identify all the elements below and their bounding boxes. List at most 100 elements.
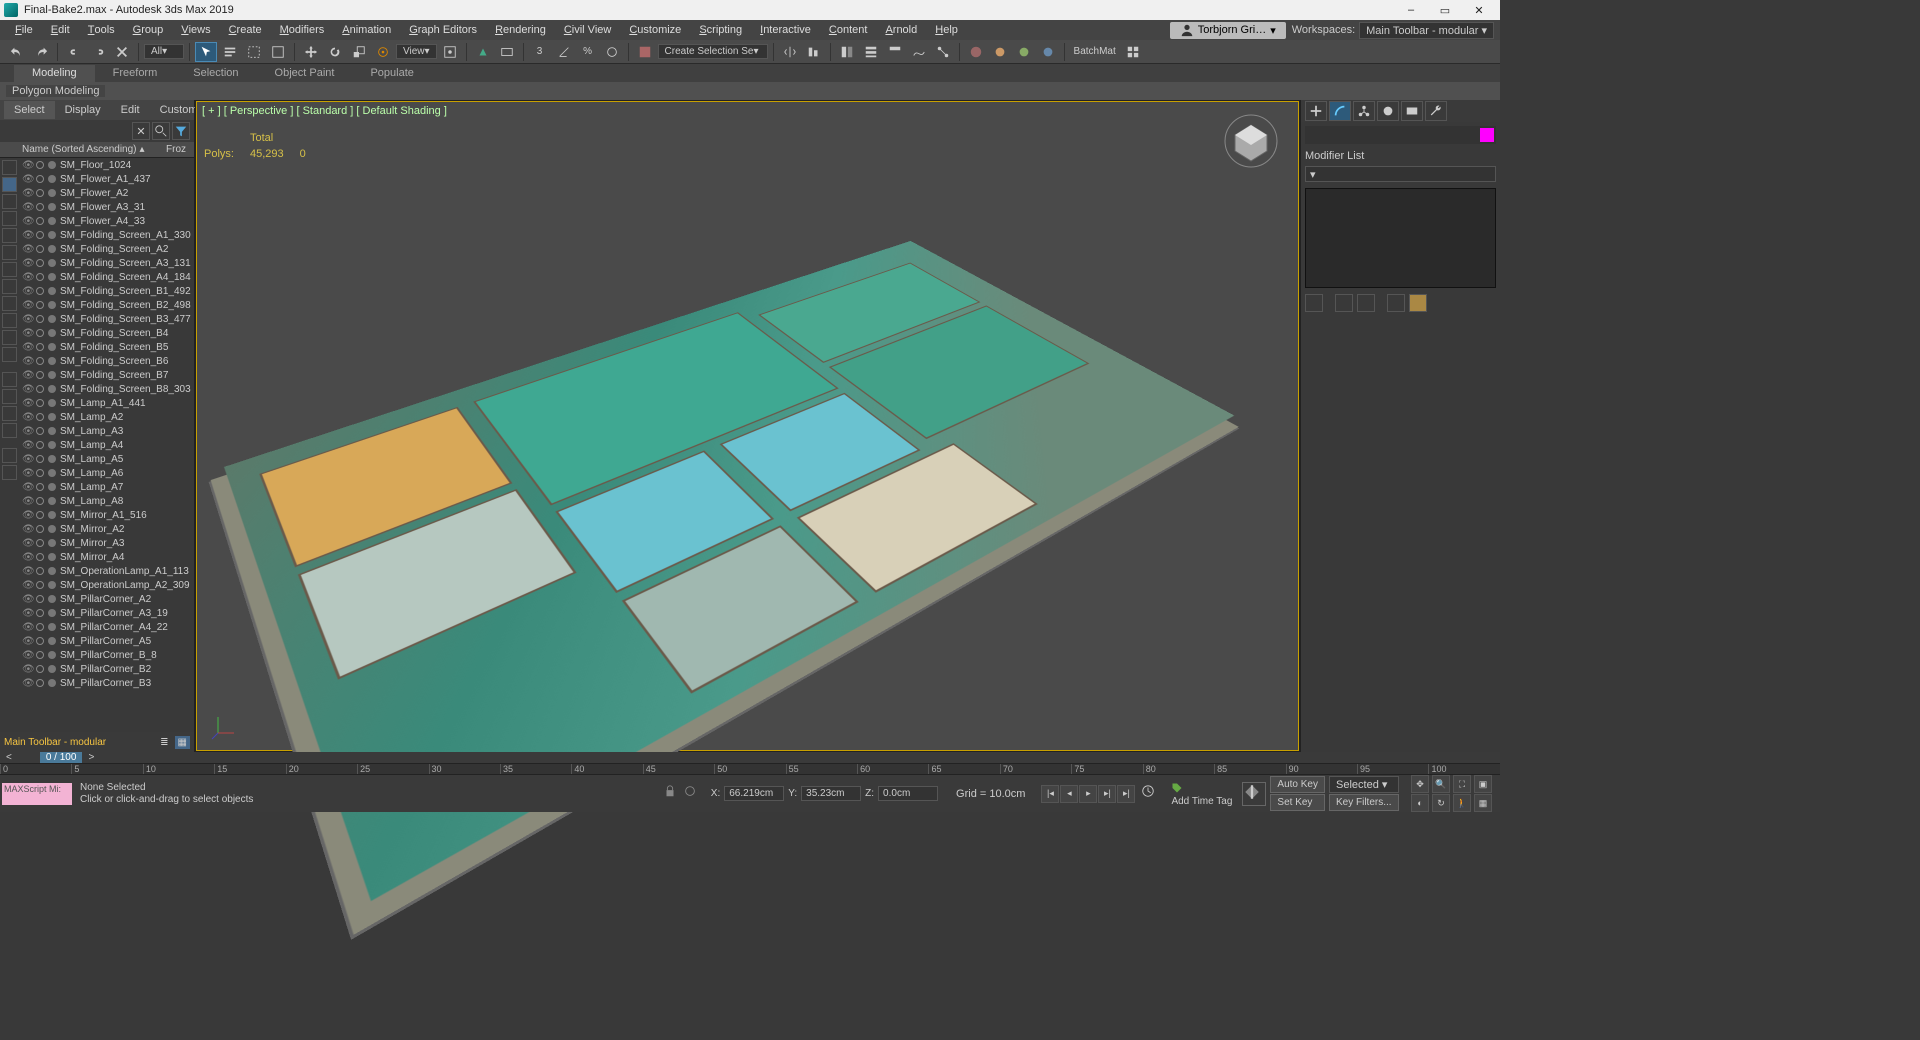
menu-create[interactable]: Create (220, 20, 271, 40)
visibility-icon[interactable]: 👁 (22, 328, 32, 339)
selection-filter-dropdown[interactable]: All ▾ (144, 44, 184, 59)
object-name-field[interactable] (1305, 126, 1496, 144)
pan-button[interactable]: ✥ (1411, 775, 1429, 793)
menu-civil-view[interactable]: Civil View (555, 20, 620, 40)
visibility-icon[interactable]: 👁 (22, 468, 32, 479)
remove-modifier-button[interactable] (1387, 294, 1405, 312)
menu-animation[interactable]: Animation (333, 20, 400, 40)
scene-item[interactable]: 👁SM_Flower_A1_437 (18, 172, 194, 186)
play-button[interactable]: ▸ (1079, 785, 1097, 803)
menu-scripting[interactable]: Scripting (690, 20, 751, 40)
render-setup-button[interactable] (989, 42, 1011, 62)
scene-item[interactable]: 👁SM_Mirror_A3 (18, 536, 194, 550)
scene-item[interactable]: 👁SM_Lamp_A3 (18, 424, 194, 438)
rotate-button[interactable] (324, 42, 346, 62)
freeze-dot-icon[interactable] (36, 259, 44, 267)
scene-item[interactable]: 👁SM_Folding_Screen_B2_498 (18, 298, 194, 312)
visibility-icon[interactable]: 👁 (22, 272, 32, 283)
freeze-dot-icon[interactable] (36, 427, 44, 435)
hierarchy-tab[interactable] (1353, 101, 1375, 121)
freeze-dot-icon[interactable] (36, 497, 44, 505)
render-production-button[interactable] (1037, 42, 1059, 62)
motion-tab[interactable] (1377, 101, 1399, 121)
filter-shapes-button[interactable] (2, 194, 17, 209)
zoom-extents-button[interactable]: ⛶ (1453, 775, 1471, 793)
curve-editor-button[interactable] (908, 42, 930, 62)
keyfilters-button[interactable]: Key Filters... (1329, 794, 1399, 811)
scene-item[interactable]: 👁SM_PillarCorner_A3_19 (18, 606, 194, 620)
refcoord-dropdown[interactable]: View ▾ (396, 44, 437, 59)
scene-item[interactable]: 👁SM_Folding_Screen_A3_131 (18, 256, 194, 270)
menu-content[interactable]: Content (820, 20, 877, 40)
scene-item[interactable]: 👁SM_Folding_Screen_A4_184 (18, 270, 194, 284)
filter-all-button[interactable] (2, 160, 17, 175)
scene-explorer-button[interactable] (836, 42, 858, 62)
scene-item[interactable]: 👁SM_Lamp_A6 (18, 466, 194, 480)
modify-tab[interactable] (1329, 101, 1351, 121)
align-button[interactable] (803, 42, 825, 62)
visibility-icon[interactable]: 👁 (22, 412, 32, 423)
scene-item[interactable]: 👁SM_Flower_A2 (18, 186, 194, 200)
se-tab-select[interactable]: Select (4, 101, 55, 119)
scene-item[interactable]: 👁SM_PillarCorner_A2 (18, 592, 194, 606)
sync-selection-button[interactable] (2, 448, 17, 463)
freeze-dot-icon[interactable] (36, 357, 44, 365)
placement-button[interactable] (372, 42, 394, 62)
freeze-dot-icon[interactable] (36, 329, 44, 337)
freeze-dot-icon[interactable] (36, 595, 44, 603)
goto-end-button[interactable]: ▸| (1117, 785, 1135, 803)
visibility-icon[interactable]: 👁 (22, 342, 32, 353)
visibility-icon[interactable]: 👁 (22, 188, 32, 199)
freeze-dot-icon[interactable] (36, 175, 44, 183)
visibility-icon[interactable]: 👁 (22, 426, 32, 437)
prev-frame-button[interactable]: ◂ (1060, 785, 1078, 803)
visibility-icon[interactable]: 👁 (22, 244, 32, 255)
keyboard-shortcut-button[interactable] (496, 42, 518, 62)
ribbon-tab-freeform[interactable]: Freeform (95, 65, 176, 82)
scene-item[interactable]: 👁SM_Folding_Screen_A1_330 (18, 228, 194, 242)
close-explorer-button[interactable]: ✕ (132, 122, 150, 140)
schematic-view-button[interactable] (932, 42, 954, 62)
z-coord-field[interactable]: 0.0cm (878, 786, 938, 801)
filter-containers-button[interactable] (2, 330, 17, 345)
bind-button[interactable] (111, 42, 133, 62)
freeze-dot-icon[interactable] (36, 539, 44, 547)
redo-button[interactable] (30, 42, 52, 62)
freeze-dot-icon[interactable] (36, 399, 44, 407)
visibility-icon[interactable]: 👁 (22, 356, 32, 367)
material-editor-button[interactable] (965, 42, 987, 62)
visibility-icon[interactable]: 👁 (22, 510, 32, 521)
visibility-icon[interactable]: 👁 (22, 300, 32, 311)
visibility-icon[interactable]: 👁 (22, 258, 32, 269)
pivot-button[interactable] (439, 42, 461, 62)
scene-item[interactable]: 👁SM_PillarCorner_A5 (18, 634, 194, 648)
select-rectangle-button[interactable] (243, 42, 265, 62)
freeze-dot-icon[interactable] (36, 413, 44, 421)
setkey-button[interactable]: Set Key (1270, 794, 1325, 811)
visibility-icon[interactable]: 👁 (22, 230, 32, 241)
close-button[interactable]: ✕ (1462, 0, 1496, 20)
goto-start-button[interactable]: |◂ (1041, 785, 1059, 803)
freeze-dot-icon[interactable] (36, 231, 44, 239)
visibility-icon[interactable]: 👁 (22, 608, 32, 619)
freeze-dot-icon[interactable] (36, 189, 44, 197)
menu-tools[interactable]: Tools (79, 20, 124, 40)
scene-item[interactable]: 👁SM_PillarCorner_A4_22 (18, 620, 194, 634)
color-swatch[interactable] (1480, 128, 1494, 142)
visibility-icon[interactable]: 👁 (22, 174, 32, 185)
visibility-icon[interactable]: 👁 (22, 622, 32, 633)
filter-cameras-button[interactable] (2, 228, 17, 243)
x-coord-field[interactable]: 66.219cm (724, 786, 784, 801)
scene-item[interactable]: 👁SM_PillarCorner_B3 (18, 676, 194, 690)
scene-explorer-list[interactable]: 👁SM_Floor_1024👁SM_Flower_A1_437👁SM_Flowe… (18, 158, 194, 732)
scene-item[interactable]: 👁SM_Lamp_A1_441 (18, 396, 194, 410)
visibility-icon[interactable]: 👁 (22, 664, 32, 675)
collapse-all-button[interactable] (2, 423, 17, 438)
filter-spacewarps-button[interactable] (2, 262, 17, 277)
show-end-result-button[interactable] (1335, 294, 1353, 312)
walk-button[interactable]: 🚶 (1453, 794, 1471, 812)
create-tab[interactable] (1305, 101, 1327, 121)
signin-button[interactable]: Torbjorn Gri… ▾ (1170, 22, 1286, 39)
freeze-dot-icon[interactable] (36, 469, 44, 477)
freeze-dot-icon[interactable] (36, 567, 44, 575)
